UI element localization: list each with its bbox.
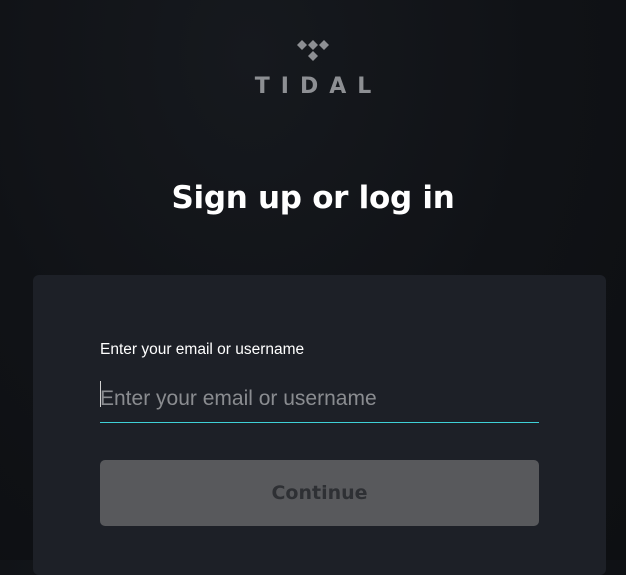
email-field-label: Enter your email or username xyxy=(100,341,305,358)
tidal-wordmark: TIDAL xyxy=(254,74,383,99)
tidal-logo: TIDAL xyxy=(0,40,626,99)
continue-button[interactable]: Continue xyxy=(100,460,539,526)
login-card: Enter your email or username Continue xyxy=(33,275,606,575)
text-cursor xyxy=(100,381,101,407)
email-username-input[interactable] xyxy=(100,375,539,423)
tidal-diamonds-icon xyxy=(297,40,329,61)
page-title: Sign up or log in xyxy=(171,180,455,216)
